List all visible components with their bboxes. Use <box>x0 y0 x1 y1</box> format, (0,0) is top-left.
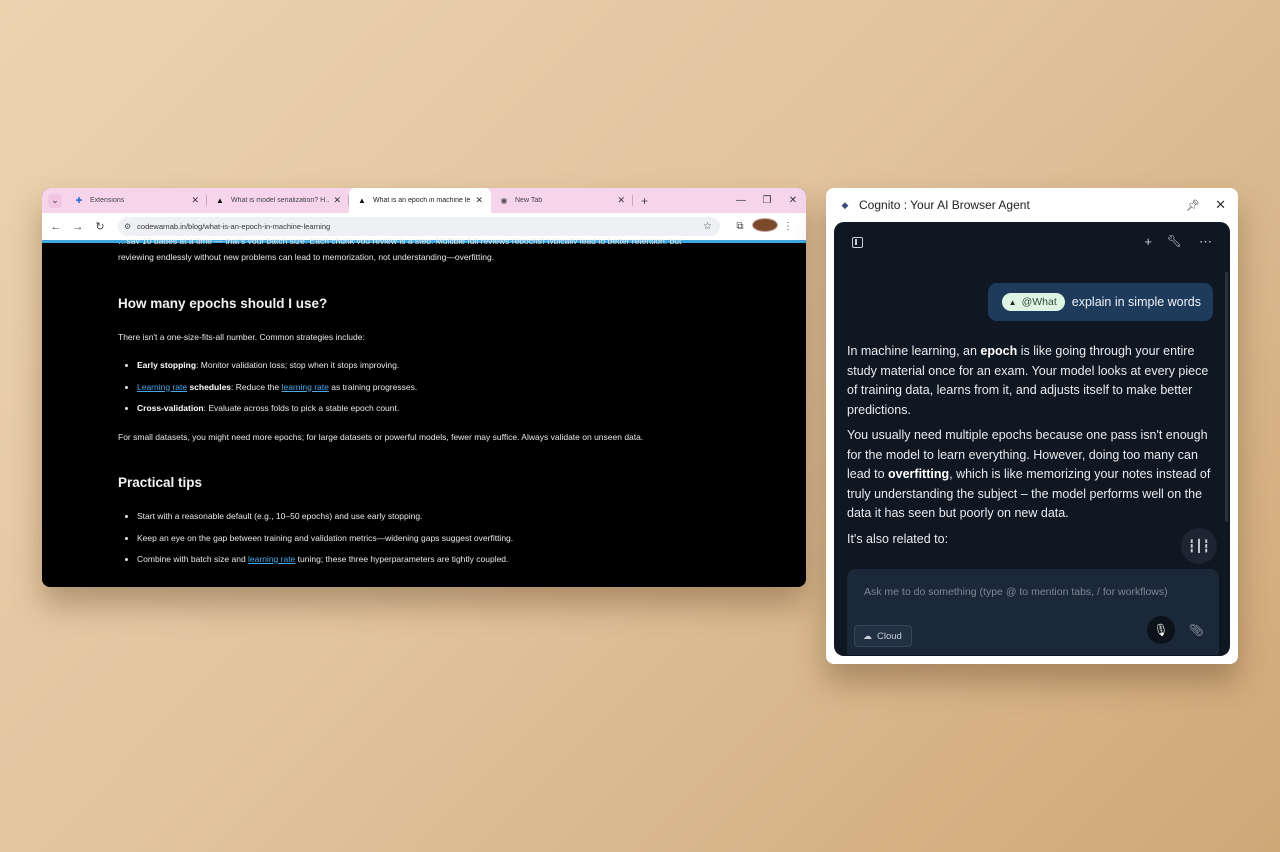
sidebar-toggle-icon[interactable] <box>852 237 863 248</box>
wrench-icon[interactable]: 🔧︎ <box>1167 234 1182 248</box>
close-icon[interactable]: ✕ <box>333 195 341 206</box>
restore-icon[interactable]: ❐ <box>754 195 780 206</box>
list-text: : Monitor validation loss; stop when it … <box>196 360 400 370</box>
answer-paragraph: It's also related to: <box>847 531 949 546</box>
attachment-icon[interactable]: 📎︎ <box>1189 623 1204 637</box>
browser-window: ⌄ ✚ Extensions ✕ ▲ What is model seriali… <box>42 188 806 587</box>
voice-mode-button[interactable]: ┇┃┇ <box>1181 528 1217 564</box>
triangle-icon: ▲ <box>358 196 366 205</box>
tab-model-serialization[interactable]: ▲ What is model serialization? H… ✕ <box>207 188 349 213</box>
list-text: : Evaluate across folds to pick a stable… <box>203 403 400 413</box>
close-icon[interactable]: ✕ <box>617 195 625 206</box>
strategies-list: Early stopping: Monitor validation loss;… <box>118 358 737 423</box>
close-icon[interactable]: ✕ <box>191 195 199 206</box>
chat-scrollbar[interactable] <box>1225 272 1228 522</box>
list-text: as training progresses. <box>328 381 418 392</box>
panel-title: Cognito : Your AI Browser Agent <box>859 198 1030 212</box>
chrome-icon: ◉ <box>500 196 508 205</box>
microphone-button[interactable]: 🎙︎ <box>1147 616 1175 644</box>
extensions-icon[interactable]: ⧉ <box>728 221 752 232</box>
list-item: Keep an eye on the gap between training … <box>137 531 737 545</box>
article-content: …say 10 pages at a time — that's your ba… <box>42 236 806 587</box>
minimize-icon[interactable]: — <box>728 195 754 206</box>
new-tab-button[interactable]: + <box>641 194 648 208</box>
list-text: tuning; these three hyperparameters are … <box>295 554 509 564</box>
tab-title: Extensions <box>90 197 125 204</box>
chevron-down-icon: ⌄ <box>51 195 59 205</box>
answer-paragraph: In machine learning, an epoch is like go… <box>847 342 1211 420</box>
cloud-icon: ☁ <box>863 630 872 641</box>
paragraph: There isn't a one-size-fits-all number. … <box>118 332 365 342</box>
tab-new-tab[interactable]: ◉ New Tab ✕ <box>491 188 633 213</box>
tips-list: Start with a reasonable default (e.g., 1… <box>118 509 737 574</box>
link-learning-rate[interactable]: learning rate <box>282 382 329 392</box>
tab-extensions[interactable]: ✚ Extensions ✕ <box>66 188 207 213</box>
list-item: Early stopping: Monitor validation loss;… <box>137 358 737 372</box>
tab-title: What is an epoch in machine le… <box>373 197 472 204</box>
heading-tips: Practical tips <box>118 475 203 490</box>
tab-title: New Tab <box>515 197 543 204</box>
close-window-icon[interactable]: ✕ <box>780 195 806 206</box>
puzzle-icon: ✚ <box>75 196 83 205</box>
site-info-icon[interactable]: ⚙ <box>124 222 131 231</box>
paragraph-text: …say 10 pages at a time — that's your ba… <box>118 236 682 244</box>
tab-epoch[interactable]: ▲ What is an epoch in machine le… ✕ <box>349 188 491 213</box>
cloud-label: Cloud <box>877 630 902 642</box>
link-learning-rate[interactable]: learning rate <box>248 554 295 564</box>
heading-epochs: How many epochs should I use? <box>118 296 328 311</box>
list-item: Learning rate schedules: Reduce the lear… <box>137 380 737 394</box>
tab-mention-chip[interactable]: ▲ @What <box>1001 293 1065 311</box>
waveform-icon: ┇┃┇ <box>1188 539 1210 553</box>
triangle-icon: ▲ <box>1008 297 1017 307</box>
paragraph: For small datasets, you might need more … <box>118 432 644 442</box>
mention-label: @What <box>1021 296 1057 308</box>
cognito-panel: ◆ Cognito : Your AI Browser Agent 📌︎ ✕ +… <box>826 188 1238 664</box>
list-item: Start with a reasonable default (e.g., 1… <box>137 509 737 523</box>
list-text: : Reduce the <box>231 381 282 392</box>
assistant-message: In machine learning, an epoch is like go… <box>847 342 1211 555</box>
back-icon[interactable]: ← <box>45 221 67 233</box>
pin-icon[interactable]: 📌︎ <box>1186 199 1200 212</box>
chat-area: + 🔧︎ ⋯ ▲ @What explain in simple words I… <box>834 222 1230 656</box>
term: Early stopping <box>137 360 197 370</box>
address-text: codewarnab.in/blog/what-is-an-epoch-in-m… <box>137 222 331 231</box>
chat-toolbar: + 🔧︎ ⋯ <box>834 222 1230 266</box>
close-icon[interactable]: ✕ <box>475 195 483 206</box>
more-options-icon[interactable]: ⋯ <box>1199 234 1212 250</box>
close-icon[interactable]: ✕ <box>1215 197 1226 213</box>
list-text: Combine with batch size and <box>137 554 249 564</box>
answer-text: In machine learning, an <box>847 344 981 358</box>
link-learning-rate[interactable]: Learning rate <box>137 382 187 392</box>
user-message: ▲ @What explain in simple words <box>987 283 1213 321</box>
triangle-icon: ▲ <box>216 196 224 205</box>
forward-icon[interactable]: → <box>67 221 89 233</box>
answer-bold: overfitting <box>888 467 950 481</box>
chat-input[interactable]: Ask me to do something (type @ to mentio… <box>864 586 1168 598</box>
panel-header: ◆ Cognito : Your AI Browser Agent 📌︎ ✕ <box>826 188 1238 222</box>
new-chat-icon[interactable]: + <box>1144 234 1152 249</box>
answer-bold: epoch <box>980 344 1018 358</box>
user-message-text: explain in simple words <box>1071 295 1201 309</box>
avatar[interactable] <box>752 218 778 235</box>
toolbar-actions: ⧉ ⋮ <box>728 218 800 235</box>
microphone-icon: 🎙︎ <box>1153 623 1169 637</box>
tab-strip: ⌄ ✚ Extensions ✕ ▲ What is model seriali… <box>42 188 806 213</box>
cloud-model-button[interactable]: ☁ Cloud <box>854 625 912 647</box>
list-item: Combine with batch size and learning rat… <box>137 552 737 566</box>
cognito-logo-icon: ◆ <box>841 199 849 210</box>
list-item: Cross-validation: Evaluate across folds … <box>137 401 737 415</box>
reload-icon[interactable]: ↻ <box>89 220 111 233</box>
tab-title: What is model serialization? H… <box>231 197 330 204</box>
term: Cross-validation <box>137 403 204 413</box>
chat-composer: Ask me to do something (type @ to mentio… <box>847 569 1219 655</box>
paragraph: reviewing endlessly without new problems… <box>118 252 495 262</box>
window-controls: — ❐ ✕ <box>728 188 806 213</box>
menu-icon[interactable]: ⋮ <box>776 221 800 232</box>
tab-search-button[interactable]: ⌄ <box>48 193 62 208</box>
paragraph-clipped: …say 10 pages at a time — that's your ba… <box>118 234 718 244</box>
star-icon[interactable]: ☆ <box>703 221 712 232</box>
answer-paragraph: You usually need multiple epochs because… <box>847 426 1211 524</box>
term: schedules <box>187 381 232 392</box>
